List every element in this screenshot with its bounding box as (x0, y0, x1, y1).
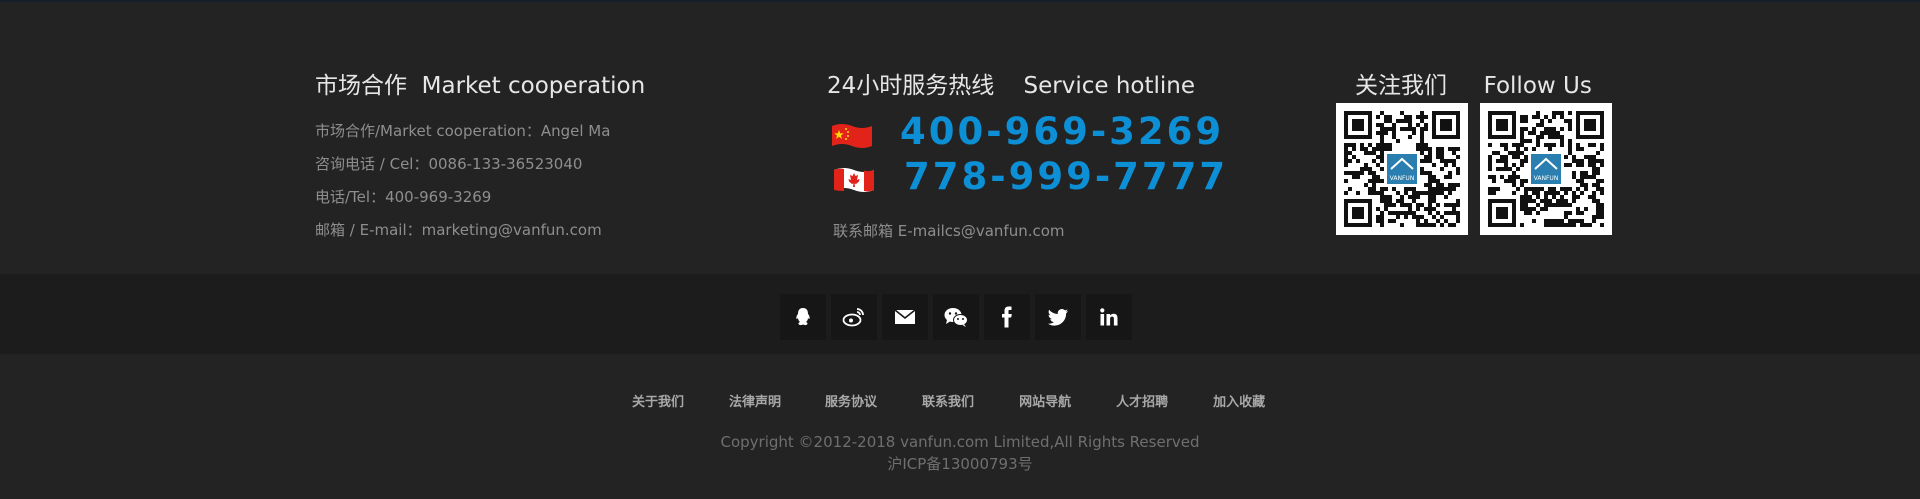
qr-pattern: VANFUN (1344, 111, 1460, 227)
linkedin-button[interactable] (1086, 294, 1132, 340)
market-cel: 咨询电话 / Cel：0086-133-36523040 (315, 155, 583, 173)
hotline-title-en: Service hotline (1023, 73, 1196, 99)
footer-nav: 关于我们 法律声明 服务协议 联系我们 网站导航 人才招聘 加入收藏 (632, 391, 1265, 410)
twitter-icon (1048, 308, 1068, 326)
market-title: 市场合作 Market cooperation (315, 66, 645, 100)
follow-title-en: Follow Us (1483, 73, 1592, 99)
social-icons (780, 294, 1132, 340)
nav-careers[interactable]: 人才招聘 (1116, 391, 1168, 410)
qr-logo-text: VANFUN (1534, 175, 1559, 182)
nav-service-agreement[interactable]: 服务协议 (825, 391, 877, 410)
qq-button[interactable] (780, 294, 826, 340)
market-contact-person: 市场合作/Market cooperation：Angel Ma (315, 122, 611, 140)
market-title-cn: 市场合作 (315, 73, 407, 99)
market-email: 邮箱 / E-mail：marketing@vanfun.com (315, 221, 602, 239)
canada-flag-icon (834, 168, 874, 192)
facebook-button[interactable] (984, 294, 1030, 340)
follow-title-cn: 关注我们 (1355, 73, 1447, 99)
weibo-icon (842, 308, 864, 327)
copyright: Copyright ©2012-2018 vanfun.com Limited,… (720, 433, 1200, 451)
nav-legal-notice[interactable]: 法律声明 (729, 391, 781, 410)
follow-title: 关注我们 Follow Us (1355, 66, 1592, 100)
footer-bottom (0, 354, 1920, 499)
market-title-en: Market cooperation (421, 73, 646, 99)
mail-icon (894, 309, 916, 324)
market-tel: 电话/Tel：400-969-3269 (315, 188, 492, 206)
qr-pattern: VANFUN (1488, 111, 1604, 227)
wechat-icon (944, 308, 968, 327)
wechat-qr-code: VANFUN (1336, 103, 1468, 235)
qq-icon (796, 308, 810, 326)
nav-add-favorite[interactable]: 加入收藏 (1213, 391, 1265, 410)
china-flag-icon (832, 124, 872, 148)
nav-site-map[interactable]: 网站导航 (1019, 391, 1071, 410)
wechat-button[interactable] (933, 294, 979, 340)
icp-number: 沪ICP备13000793号 (887, 455, 1033, 473)
hotline-phone-china[interactable]: 400-969-3269 (900, 110, 1224, 153)
nav-contact-us[interactable]: 联系我们 (922, 391, 974, 410)
hotline-phone-canada[interactable]: 778-999-7777 (904, 155, 1228, 198)
hotline-title: 24小时服务热线 Service hotline (827, 66, 1195, 100)
nav-about-us[interactable]: 关于我们 (632, 391, 684, 410)
hotline-email: 联系邮箱 E-mailcs@vanfun.com (833, 222, 1065, 240)
qr-logo-text: VANFUN (1390, 175, 1415, 182)
app-qr-code: VANFUN (1480, 103, 1612, 235)
linkedin-icon (1100, 308, 1118, 326)
twitter-button[interactable] (1035, 294, 1081, 340)
weibo-button[interactable] (831, 294, 877, 340)
facebook-icon (1002, 306, 1012, 328)
mail-button[interactable] (882, 294, 928, 340)
hotline-title-cn: 24小时服务热线 (827, 73, 995, 99)
